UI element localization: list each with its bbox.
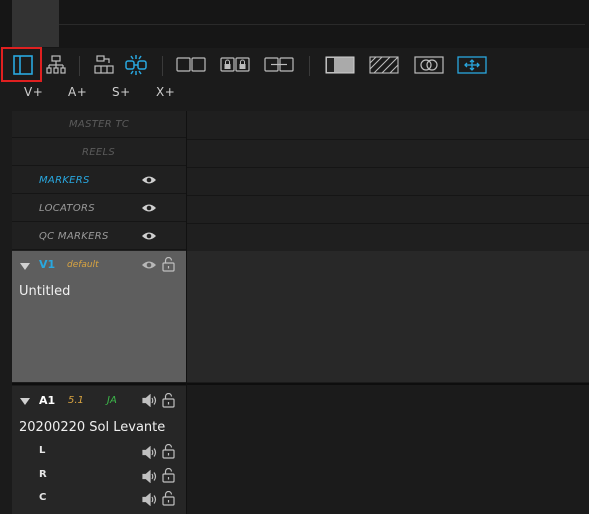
timeline-divider xyxy=(187,167,589,168)
audio-language: JA xyxy=(107,395,117,406)
lock-tracks-button[interactable] xyxy=(218,53,252,77)
unlock-icon[interactable] xyxy=(160,256,176,272)
unlock-icon[interactable] xyxy=(160,443,176,459)
half-fill-button[interactable] xyxy=(323,53,357,77)
row-label: LOCATORS xyxy=(39,203,95,214)
timeline-divider xyxy=(187,139,589,140)
add-track-bar xyxy=(12,82,589,110)
dual-view-icon xyxy=(176,57,206,72)
hierarchy-button[interactable] xyxy=(44,53,68,77)
audio-channel-row[interactable]: R xyxy=(12,465,186,487)
track-name: 20200220 Sol Levante xyxy=(19,420,166,435)
add-x-track-button[interactable]: X+ xyxy=(156,85,175,99)
unlock-icon[interactable] xyxy=(160,467,176,483)
track-tag: default xyxy=(67,260,99,270)
row-master-tc[interactable]: MASTER TC xyxy=(12,111,186,138)
hatch-icon xyxy=(369,56,399,74)
channel-label: C xyxy=(39,492,47,503)
unlink-button[interactable] xyxy=(262,53,296,77)
top-divider xyxy=(59,24,585,25)
eye-icon[interactable] xyxy=(140,228,158,244)
video-track-lane[interactable] xyxy=(187,251,589,382)
add-audio-track-button[interactable]: A+ xyxy=(68,85,87,99)
fit-view-icon xyxy=(457,56,487,74)
row-label: QC MARKERS xyxy=(39,231,109,242)
collapse-triangle-icon[interactable] xyxy=(19,261,31,271)
audio-track-lane[interactable] xyxy=(187,386,589,514)
lock-tracks-icon xyxy=(220,57,250,72)
selection-highlight xyxy=(1,47,42,82)
link-split-icon xyxy=(125,55,147,75)
toolbar-separator xyxy=(79,56,80,76)
unlock-icon[interactable] xyxy=(160,392,176,408)
row-qc-markers[interactable]: QC MARKERS xyxy=(12,223,186,250)
fit-view-button[interactable] xyxy=(455,53,489,77)
unlink-icon xyxy=(264,57,294,72)
track-divider xyxy=(12,383,589,385)
audio-channel-row[interactable]: C xyxy=(12,488,186,510)
overlap-icon xyxy=(414,56,444,74)
add-video-track-button[interactable]: V+ xyxy=(24,85,43,99)
unlock-icon[interactable] xyxy=(160,490,176,506)
row-label: MARKERS xyxy=(39,175,90,186)
eye-icon[interactable] xyxy=(140,257,158,273)
timeline-divider xyxy=(187,195,589,196)
audio-channel-row[interactable]: L xyxy=(12,441,186,463)
collapse-triangle-icon[interactable] xyxy=(19,396,31,406)
hierarchy-icon xyxy=(46,55,66,74)
track-name: Untitled xyxy=(19,284,71,299)
dual-view-button[interactable] xyxy=(174,53,208,77)
eye-icon[interactable] xyxy=(140,200,158,216)
thumbnail[interactable] xyxy=(12,0,59,47)
row-reels[interactable]: REELS xyxy=(12,139,186,166)
row-label: REELS xyxy=(82,147,116,158)
overlap-button[interactable] xyxy=(411,53,447,77)
timeline-ruler-area xyxy=(187,111,589,251)
half-fill-icon xyxy=(325,56,355,74)
toolbar-separator xyxy=(162,56,163,76)
stack-icon xyxy=(94,55,114,74)
toolbar-separator xyxy=(309,56,310,76)
track-id: V1 xyxy=(39,258,56,271)
row-markers[interactable]: MARKERS xyxy=(12,167,186,194)
track-id: A1 xyxy=(39,394,56,407)
speaker-icon[interactable] xyxy=(141,491,157,507)
hatch-button[interactable] xyxy=(366,53,402,77)
timeline-divider xyxy=(187,223,589,224)
channel-label: L xyxy=(39,445,46,456)
speaker-icon[interactable] xyxy=(141,392,157,408)
row-locators[interactable]: LOCATORS xyxy=(12,195,186,222)
audio-format: 5.1 xyxy=(68,395,84,406)
eye-icon[interactable] xyxy=(140,172,158,188)
row-label: MASTER TC xyxy=(69,119,130,130)
stack-button[interactable] xyxy=(92,53,116,77)
speaker-icon[interactable] xyxy=(141,468,157,484)
channel-label: R xyxy=(39,469,47,480)
add-subtitle-track-button[interactable]: S+ xyxy=(112,85,131,99)
speaker-icon[interactable] xyxy=(141,444,157,460)
link-split-button[interactable] xyxy=(122,53,150,77)
